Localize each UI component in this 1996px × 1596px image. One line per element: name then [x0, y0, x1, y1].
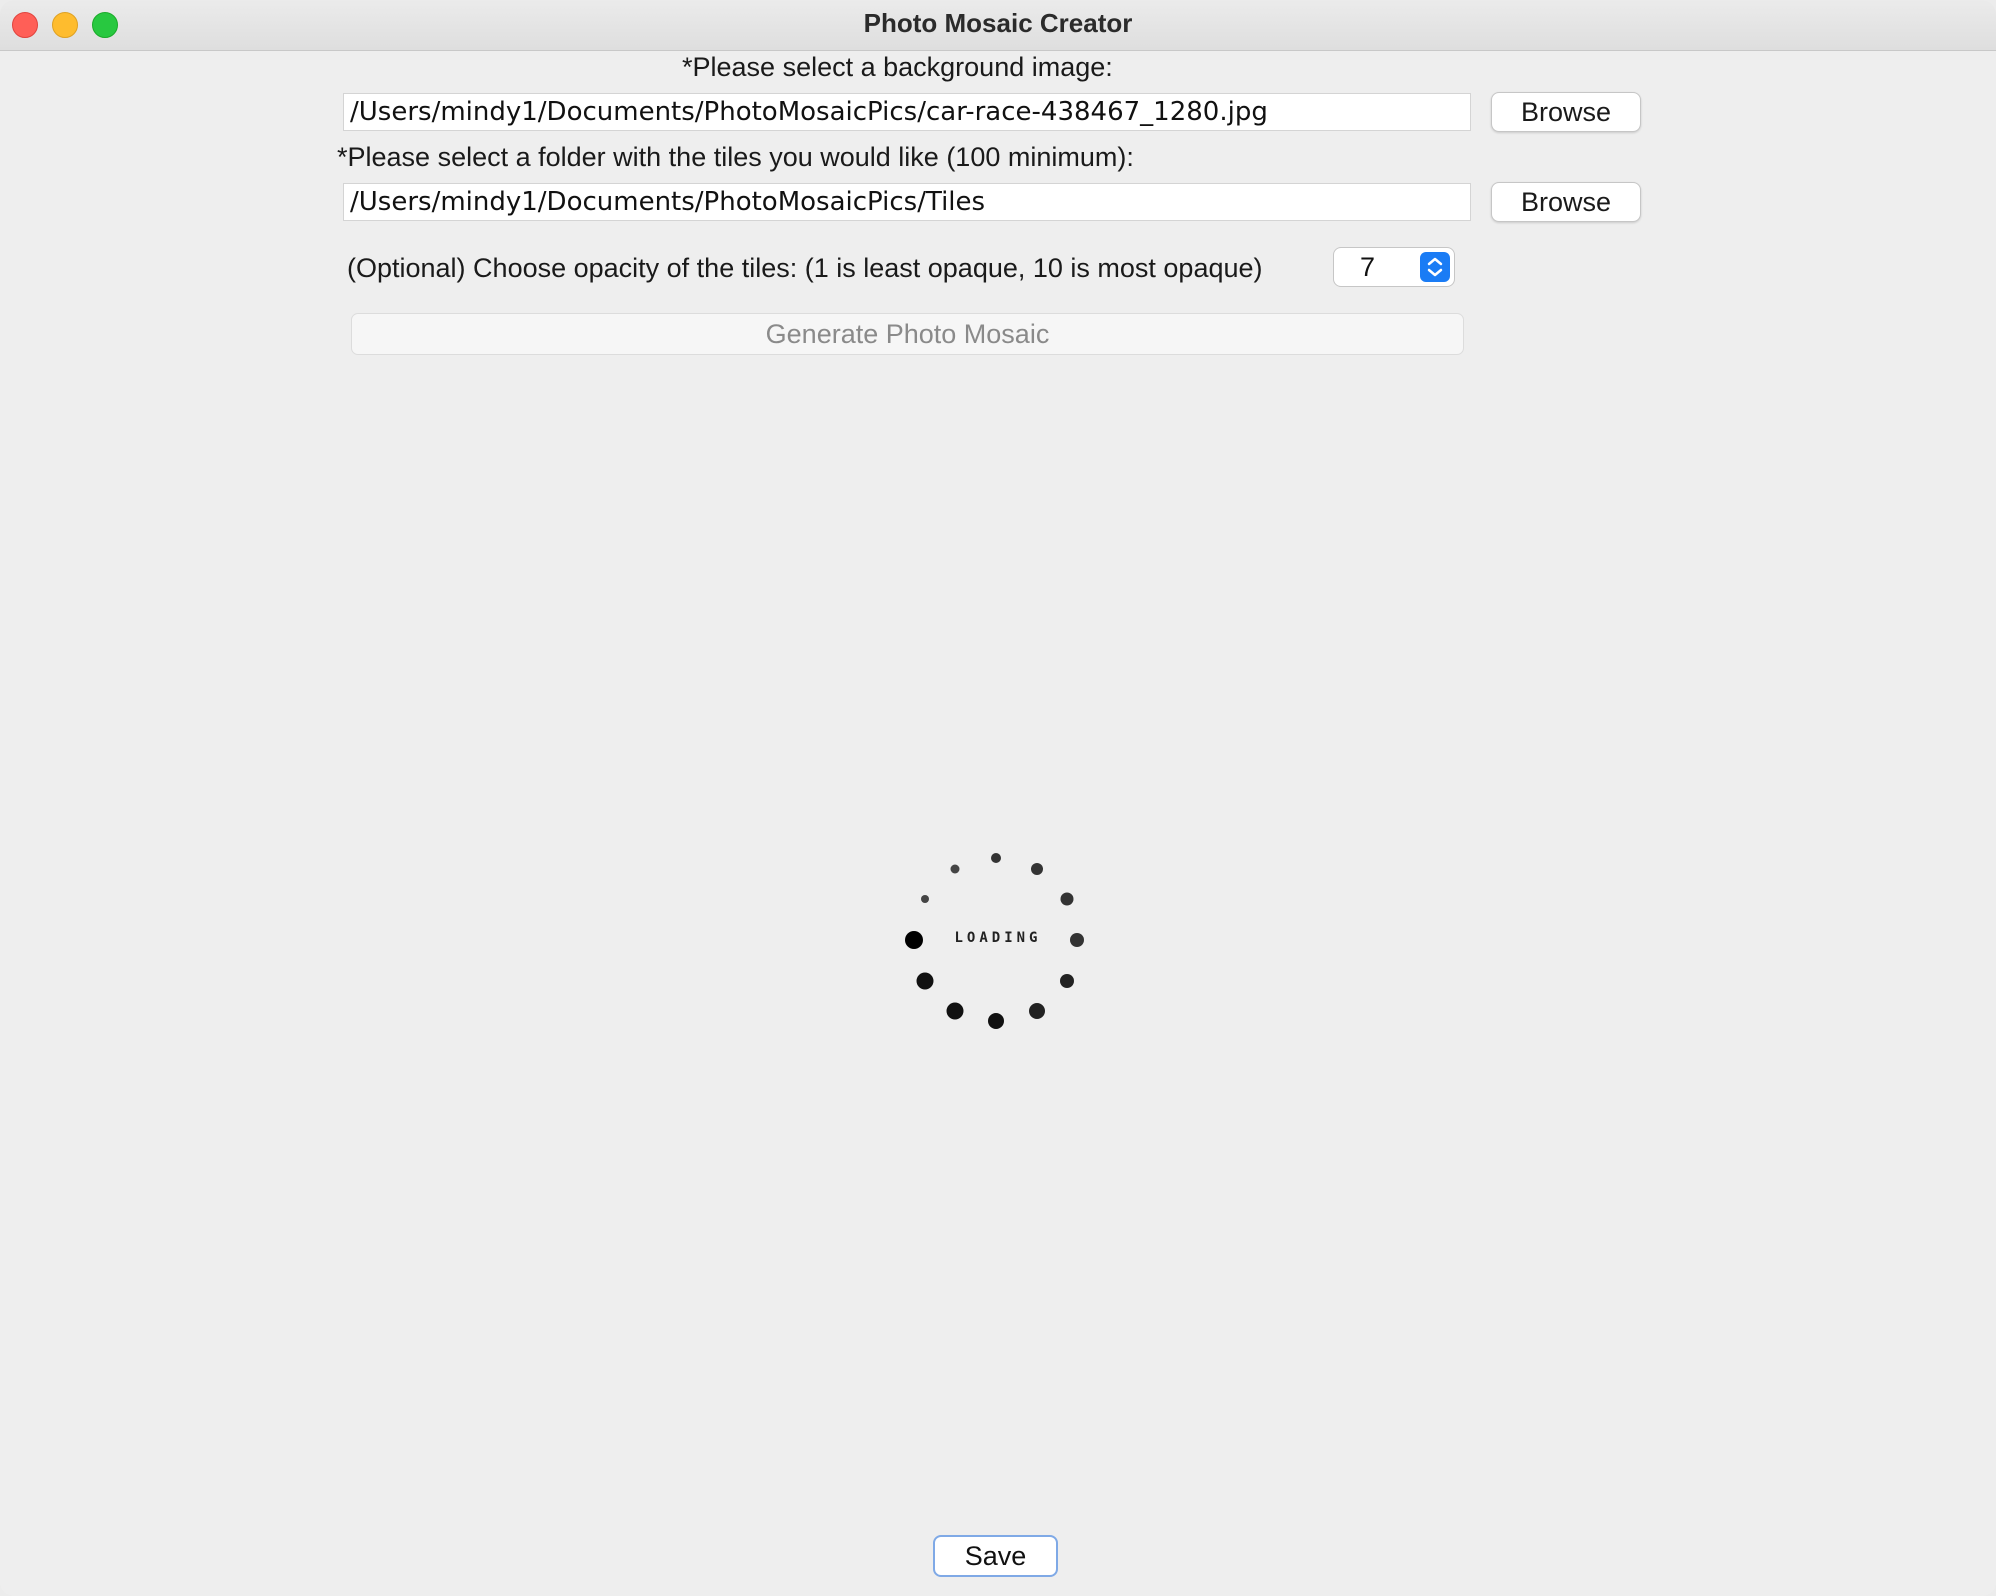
opacity-label: (Optional) Choose opacity of the tiles: … [347, 253, 1263, 283]
background-image-label: *Please select a background image: [682, 52, 1113, 82]
save-button[interactable]: Save [933, 1535, 1058, 1577]
browse-tiles-button[interactable]: Browse [1491, 182, 1641, 222]
opacity-value: 7 [1360, 252, 1376, 282]
title-bar: Photo Mosaic Creator [0, 0, 1996, 51]
loading-dots-icon [905, 853, 1084, 1029]
browse-background-button[interactable]: Browse [1491, 92, 1641, 132]
loading-text: LOADING [954, 930, 1042, 946]
opacity-spinner[interactable]: 7 [1333, 247, 1455, 287]
background-image-path-field[interactable]: /Users/mindy1/Documents/PhotoMosaicPics/… [343, 93, 1471, 131]
app-window: Photo Mosaic Creator *Please select a ba… [0, 0, 1996, 1596]
tiles-folder-label: *Please select a folder with the tiles y… [337, 142, 1134, 172]
chevron-up-down-icon[interactable] [1420, 252, 1450, 282]
generate-photo-mosaic-button[interactable]: Generate Photo Mosaic [351, 313, 1464, 355]
tiles-folder-path-field[interactable]: /Users/mindy1/Documents/PhotoMosaicPics/… [343, 183, 1471, 221]
window-title: Photo Mosaic Creator [863, 8, 1133, 38]
